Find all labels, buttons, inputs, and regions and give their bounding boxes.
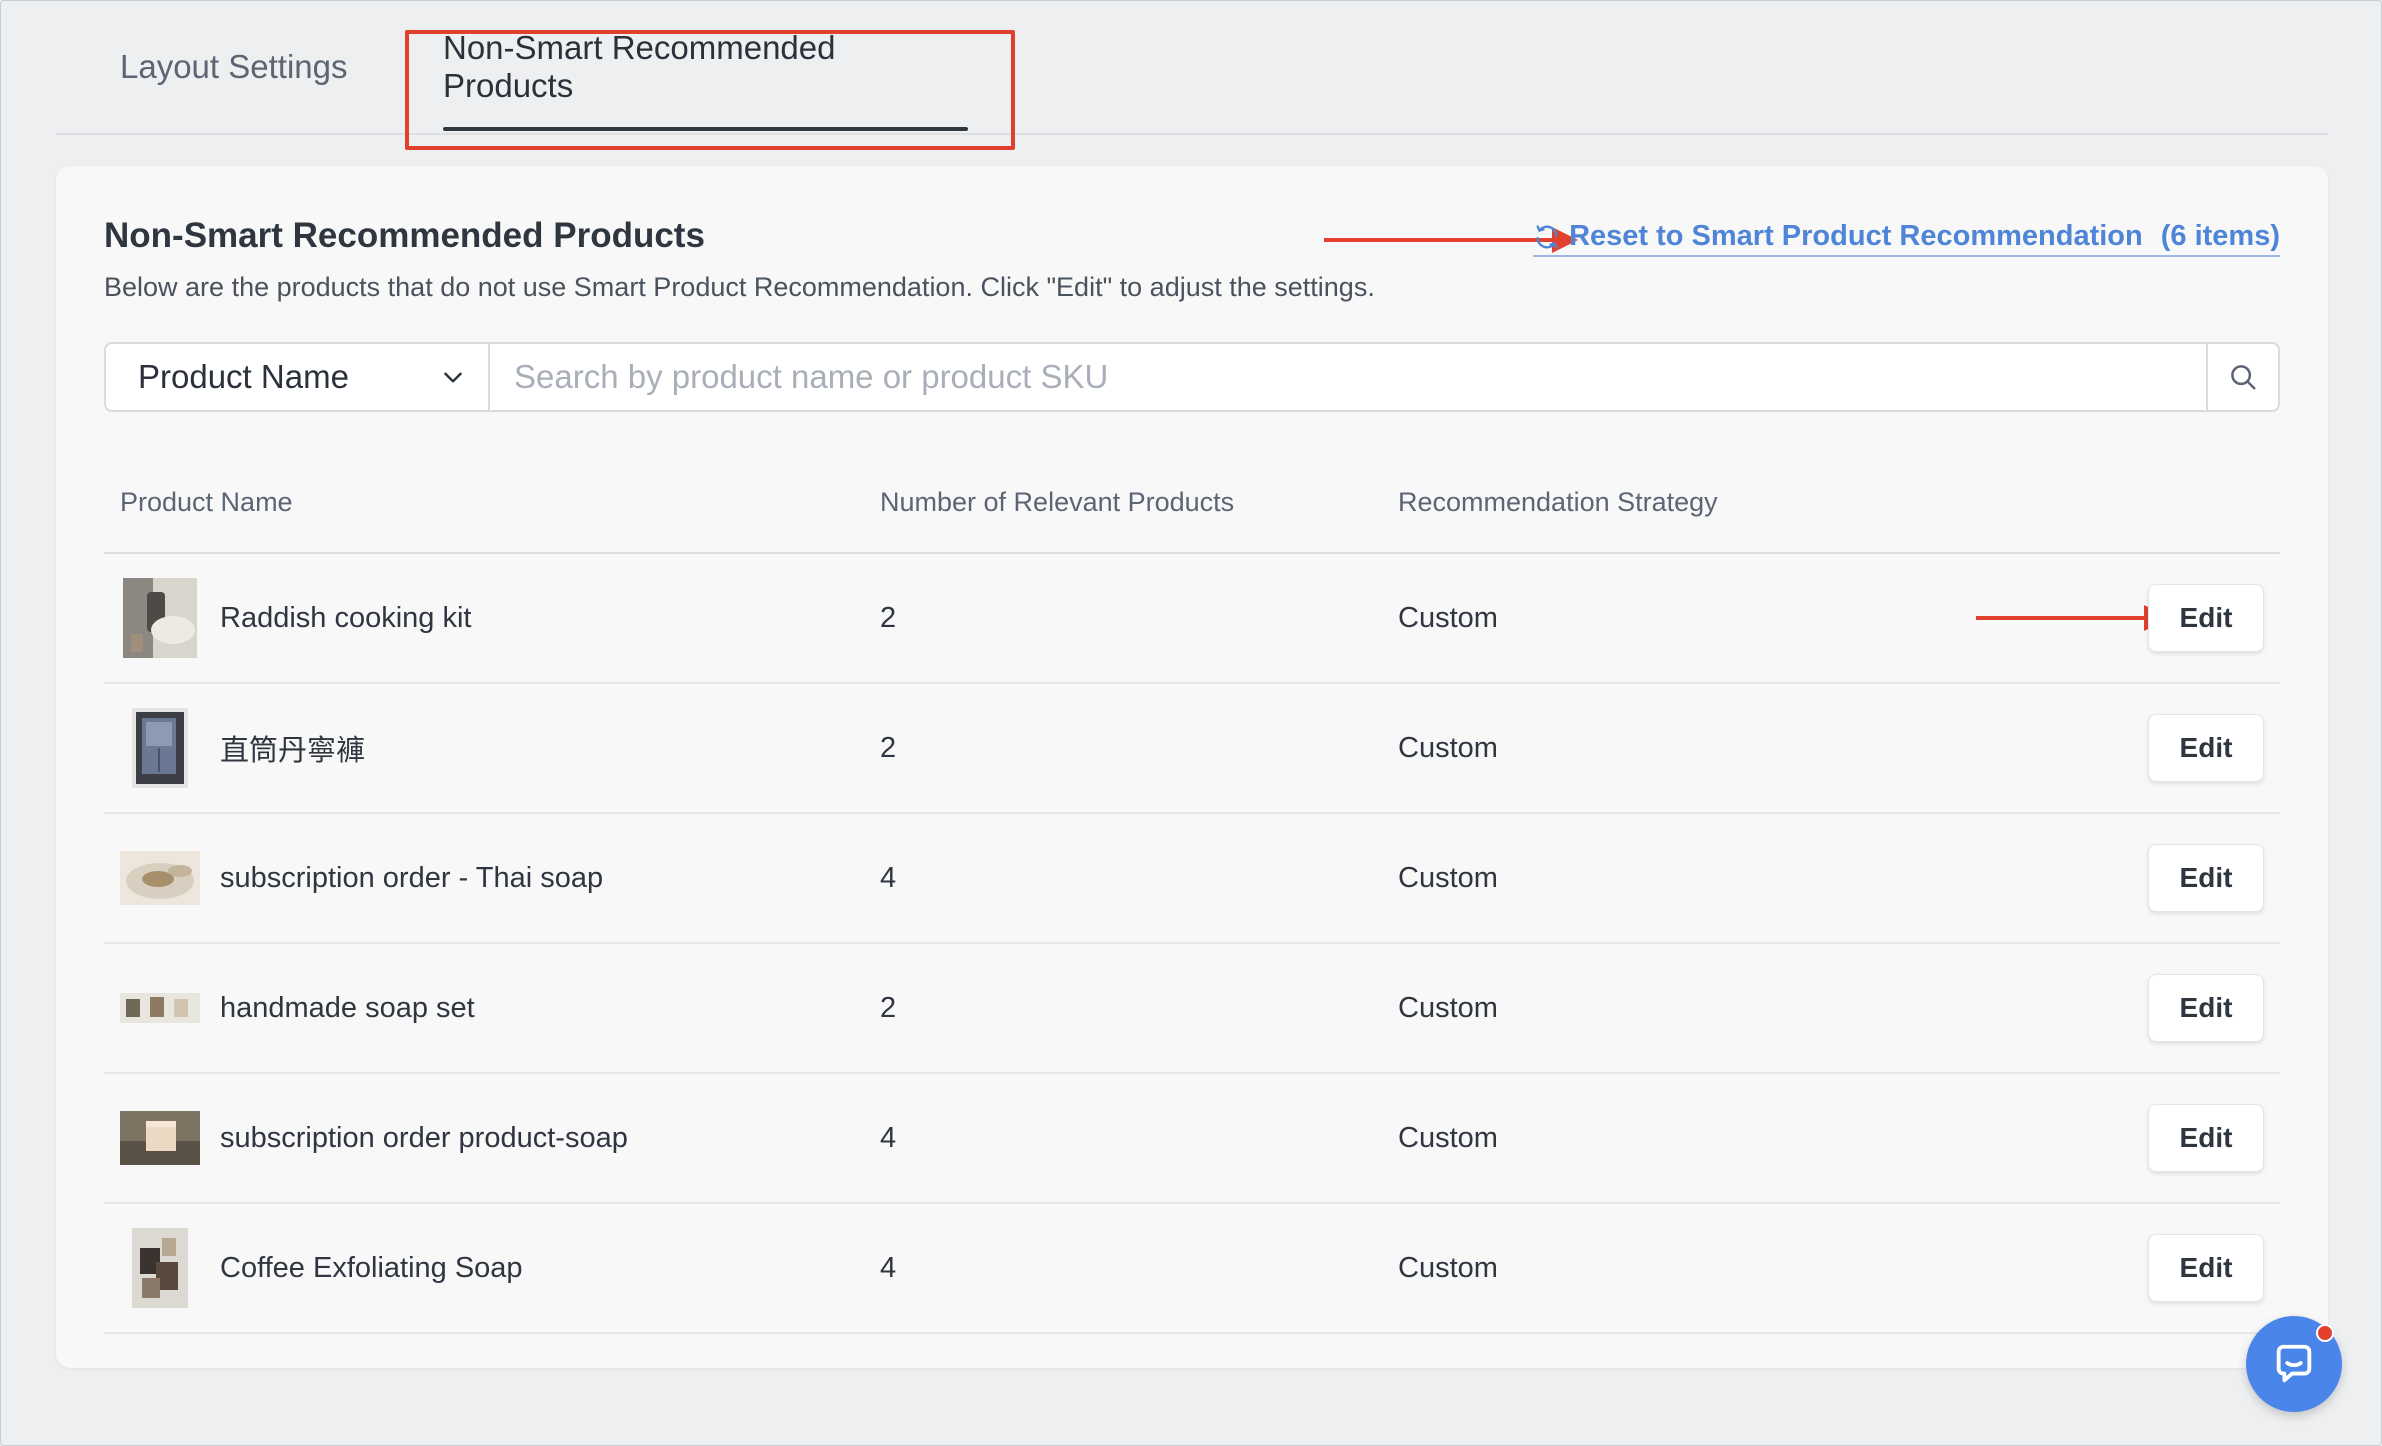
search-icon [2228, 362, 2258, 392]
strategy: Custom [1398, 991, 1498, 1024]
product-name: Raddish cooking kit [220, 601, 472, 634]
edit-button[interactable]: Edit [2148, 1104, 2264, 1172]
product-cell: Raddish cooking kit [120, 554, 471, 682]
search-field-value: Product Name [138, 358, 349, 395]
relevant-count: 2 [880, 601, 897, 634]
chat-icon [2271, 1341, 2317, 1387]
strategy: Custom [1398, 1121, 1498, 1154]
edit-button[interactable]: Edit [2148, 1234, 2264, 1302]
product-cell: subscription order - Thai soap [120, 814, 603, 942]
column-header-product-name: Product Name [120, 486, 293, 517]
table-row: subscription order product-soap 4 Custom… [104, 1074, 2280, 1204]
reset-link-label: Reset to Smart Product Recommendation [1569, 220, 2143, 252]
strategy: Custom [1398, 861, 1498, 894]
product-cell: subscription order product-soap [120, 1074, 628, 1202]
product-name: 直筒丹寧褲 [220, 735, 366, 767]
product-thumbnail [120, 838, 200, 918]
chat-launcher-button[interactable] [2246, 1316, 2342, 1412]
page-title: Non-Smart Recommended Products [104, 216, 705, 255]
product-thumbnail [120, 1098, 200, 1178]
product-thumbnail [120, 578, 200, 658]
page-description: Below are the products that do not use S… [104, 272, 1375, 302]
edit-button[interactable]: Edit [2148, 584, 2264, 652]
tab-label: Non-Smart Recommended Products [443, 28, 836, 104]
product-thumbnail [120, 968, 200, 1048]
strategy: Custom [1398, 1251, 1498, 1284]
search-field-select[interactable]: Product Name [106, 344, 490, 410]
table-row: Coffee Exfoliating Soap 4 Custom Edit [104, 1204, 2280, 1334]
content-panel: Non-Smart Recommended Products Below are… [56, 166, 2328, 1368]
edit-button[interactable]: Edit [2148, 844, 2264, 912]
relevant-count: 2 [880, 731, 897, 764]
active-tab-indicator [443, 127, 968, 131]
relevant-count: 4 [880, 1121, 897, 1154]
strategy: Custom [1398, 601, 1498, 634]
table-row: Raddish cooking kit 2 Custom Edit [104, 554, 2280, 684]
strategy: Custom [1398, 731, 1498, 764]
notification-dot [2316, 1324, 2334, 1342]
table-header: Product Name Number of Relevant Products… [104, 452, 2280, 554]
relevant-count: 4 [880, 1251, 897, 1284]
search-input[interactable] [490, 344, 2206, 410]
annotation-arrow [1976, 605, 2170, 631]
column-header-relevant-count: Number of Relevant Products [880, 486, 1235, 517]
tab-label: Layout Settings [120, 47, 348, 85]
product-name: handmade soap set [220, 991, 475, 1024]
table-row: subscription order - Thai soap 4 Custom … [104, 814, 2280, 944]
product-cell: handmade soap set [120, 944, 475, 1072]
tab-layout-settings[interactable]: Layout Settings [120, 0, 348, 133]
tab-non-smart-recommended-products[interactable]: Non-Smart Recommended Products [443, 0, 968, 133]
product-thumbnail [120, 1228, 200, 1308]
column-header-strategy: Recommendation Strategy [1398, 486, 1718, 517]
product-name: Coffee Exfoliating Soap [220, 1251, 523, 1284]
chevron-down-icon [440, 364, 466, 390]
product-thumbnail [120, 708, 200, 788]
refresh-icon [1533, 223, 1561, 251]
product-cell: Coffee Exfoliating Soap [120, 1204, 523, 1332]
products-table: Product Name Number of Relevant Products… [104, 452, 2280, 1334]
product-cell: 直筒丹寧褲 [120, 684, 365, 812]
relevant-count: 4 [880, 861, 897, 894]
reset-link-count: (6 items) [2160, 220, 2280, 252]
search-button[interactable] [2206, 344, 2278, 410]
table-row: handmade soap set 2 Custom Edit [104, 944, 2280, 1074]
edit-button[interactable]: Edit [2148, 714, 2264, 782]
reset-to-smart-recommendation-link[interactable]: Reset to Smart Product Recommendation (6… [1533, 220, 2280, 257]
edit-button[interactable]: Edit [2148, 974, 2264, 1042]
search-bar: Product Name [104, 342, 2280, 412]
relevant-count: 2 [880, 991, 897, 1024]
table-row: 直筒丹寧褲 2 Custom Edit [104, 684, 2280, 814]
product-name: subscription order product-soap [220, 1121, 628, 1154]
product-name: subscription order - Thai soap [220, 861, 604, 894]
tab-bar: Layout Settings Non-Smart Recommended Pr… [56, 0, 2328, 135]
